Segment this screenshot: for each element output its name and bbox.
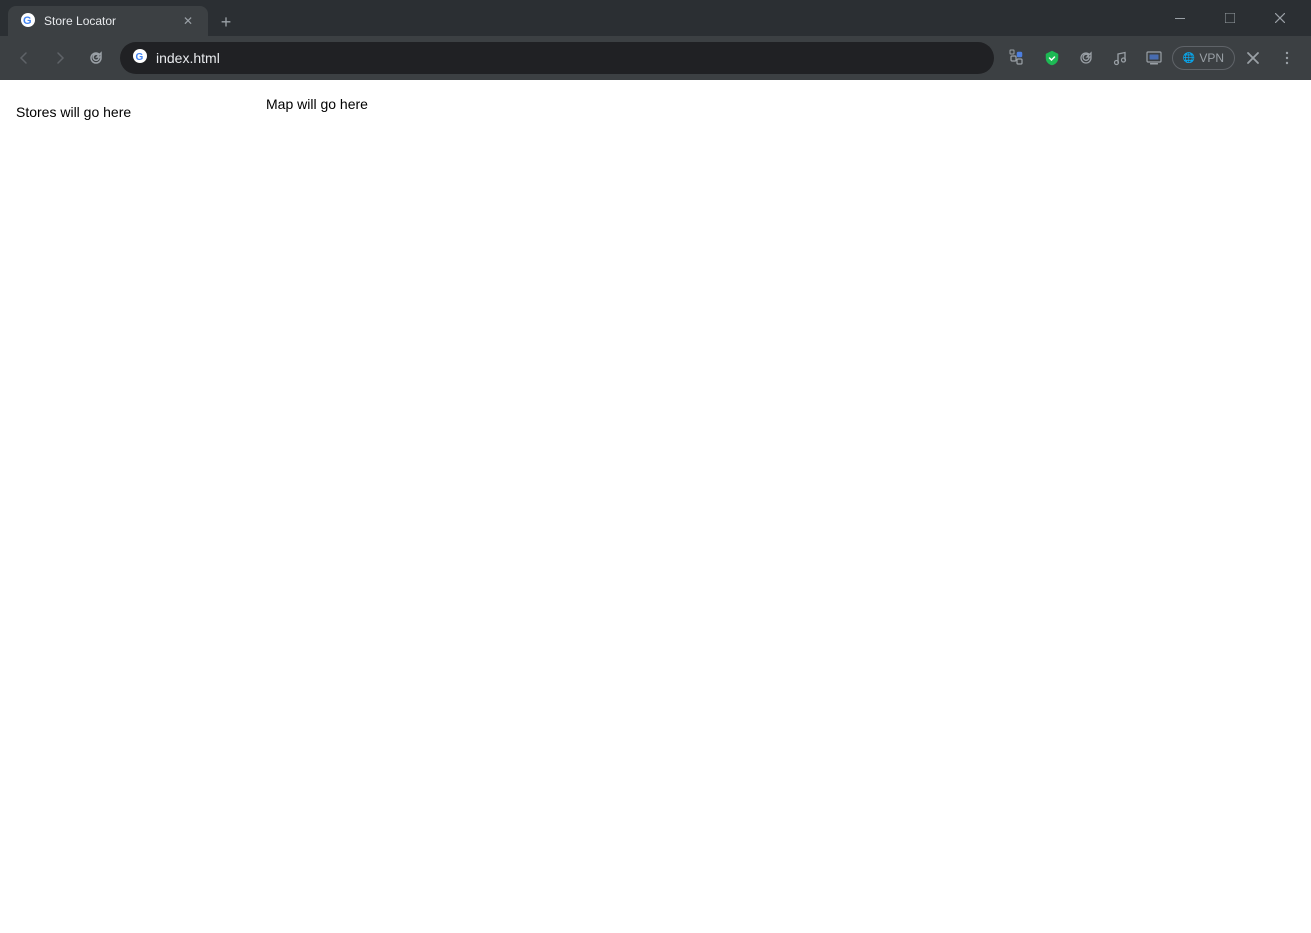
cast-button[interactable] (1138, 42, 1170, 74)
tab-strip: G Store Locator ✕ + (8, 0, 1153, 36)
tab-favicon: G (20, 12, 36, 31)
map-area: Map will go here (250, 80, 1311, 933)
vpn-button[interactable]: 🌐 VPN (1172, 46, 1235, 70)
shield-button[interactable] (1036, 42, 1068, 74)
browser-window: G Store Locator ✕ + (0, 0, 1311, 933)
menu-button[interactable] (1271, 42, 1303, 74)
minimize-button[interactable] (1157, 0, 1203, 36)
tab-title: Store Locator (44, 14, 172, 28)
restore-button[interactable] (1207, 0, 1253, 36)
forward-button[interactable] (44, 42, 76, 74)
address-favicon: G (132, 48, 148, 69)
close-button[interactable] (1257, 0, 1303, 36)
extensions-button[interactable] (1002, 42, 1034, 74)
sync-button[interactable] (1070, 42, 1102, 74)
page-layout: Stores will go here Map will go here (0, 80, 1311, 933)
stores-placeholder-text: Stores will go here (16, 104, 234, 120)
page-content: Stores will go here Map will go here (0, 80, 1311, 933)
address-bar[interactable]: G index.html (120, 42, 994, 74)
address-url: index.html (156, 50, 982, 66)
map-placeholder-text: Map will go here (266, 96, 1295, 112)
vpn-label: VPN (1199, 51, 1224, 65)
new-tab-button[interactable]: + (212, 8, 240, 36)
vpn-icon: 🌐 (1183, 53, 1195, 64)
close-ext-button[interactable] (1237, 42, 1269, 74)
reload-button[interactable] (80, 42, 112, 74)
stores-sidebar: Stores will go here (0, 80, 250, 933)
title-bar: G Store Locator ✕ + (0, 0, 1311, 36)
tab-close-button[interactable]: ✕ (180, 13, 196, 29)
svg-text:G: G (23, 15, 32, 27)
toolbar: G index.html (0, 36, 1311, 80)
svg-text:G: G (136, 52, 144, 63)
back-button[interactable] (8, 42, 40, 74)
toolbar-actions: 🌐 VPN (1002, 42, 1303, 74)
window-controls (1157, 0, 1303, 36)
music-button[interactable] (1104, 42, 1136, 74)
active-tab[interactable]: G Store Locator ✕ (8, 6, 208, 36)
